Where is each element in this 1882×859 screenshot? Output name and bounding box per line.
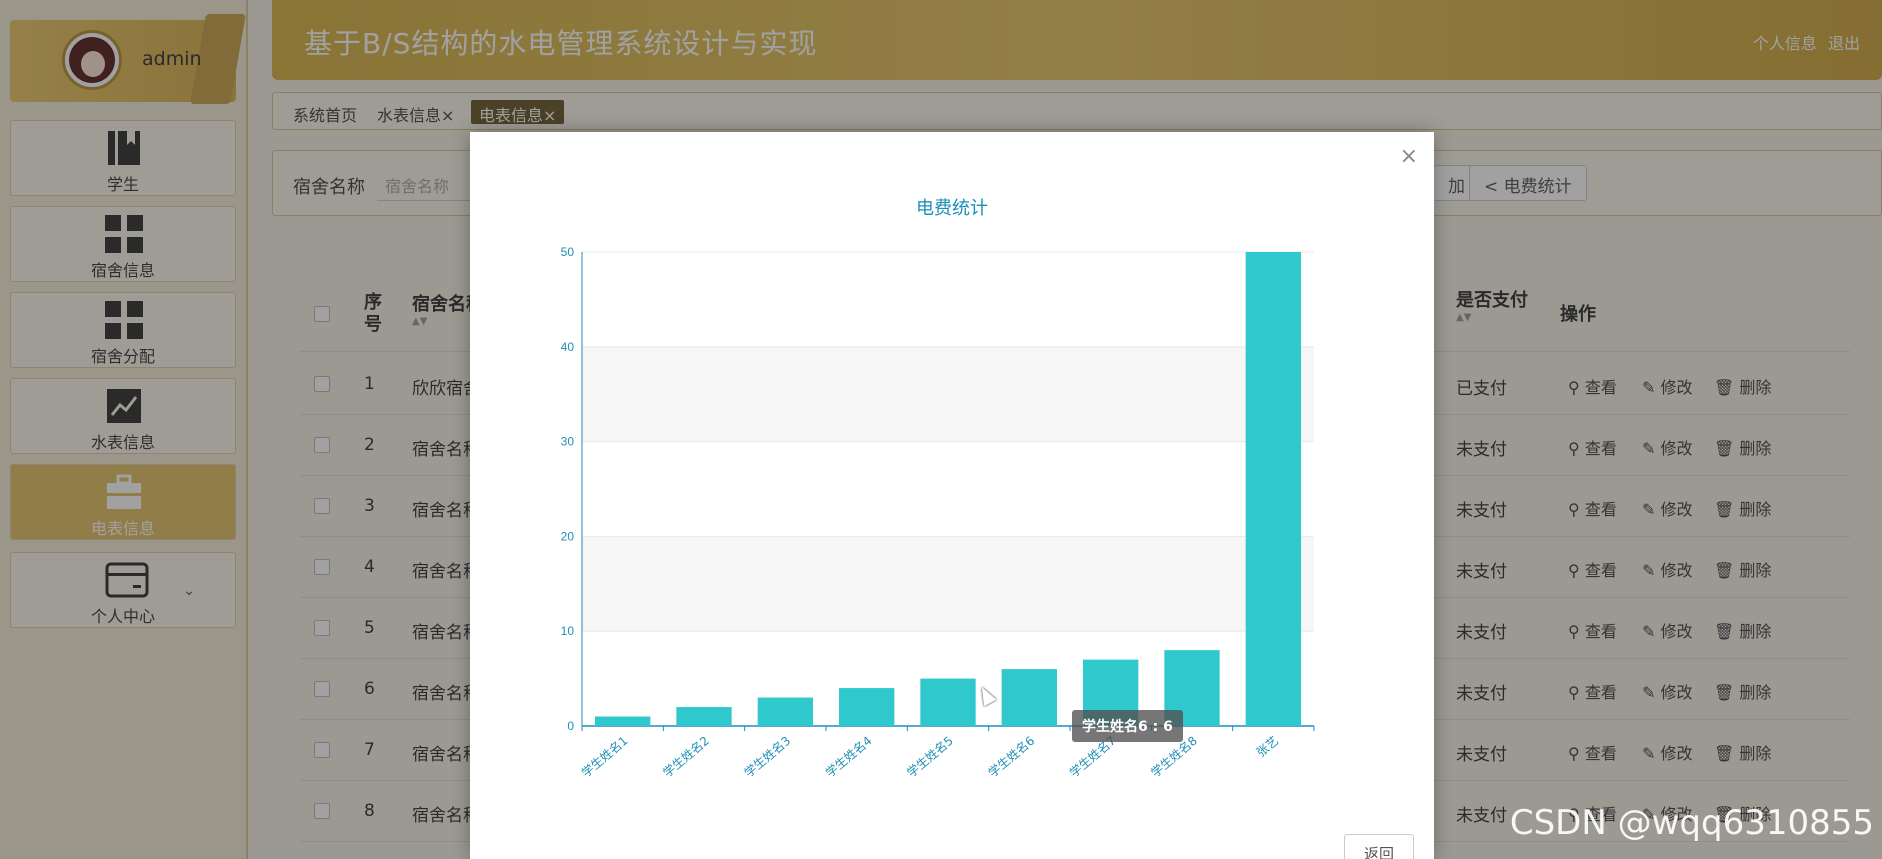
y-tick-label: 50 [561, 245, 575, 259]
watermark: CSDN @wqq6310855 [1509, 803, 1874, 843]
stats-modal: × 电费统计 0 10 20 30 40 50 学生姓名1 学生姓名2 学生姓名3 学生姓名4 学生… [470, 132, 1434, 859]
x-tick-label: 学生姓名3 [741, 733, 793, 780]
bar [920, 678, 976, 726]
y-tick-label: 30 [561, 435, 575, 449]
bar [1001, 669, 1057, 726]
bar [839, 688, 895, 726]
return-button[interactable]: 返回 [1344, 834, 1414, 859]
bar [595, 716, 651, 726]
chart-tooltip: 学生姓名6 : 6 [1072, 710, 1183, 742]
x-tick-label: 学生姓名4 [822, 733, 874, 780]
grid-band [582, 536, 1314, 632]
x-tick-label: 学生姓名1 [578, 733, 630, 780]
y-tick-label: 20 [561, 529, 575, 543]
grid-band [582, 346, 1314, 442]
bar [757, 697, 813, 726]
bar [1245, 252, 1301, 726]
y-tick-label: 10 [561, 624, 575, 638]
x-tick-label: 学生姓名6 [985, 733, 1037, 780]
y-tick-label: 0 [567, 719, 574, 733]
bar [676, 707, 732, 726]
y-tick-label: 40 [561, 340, 575, 354]
bar-chart: 0 10 20 30 40 50 学生姓名1 学生姓名2 学生姓名3 学生姓名4 学生姓名5 学生姓名… [561, 245, 1315, 780]
x-tick-label: 学生姓名2 [660, 733, 712, 780]
x-tick-label: 学生姓名5 [904, 733, 956, 780]
x-tick-label: 张艺 [1254, 734, 1281, 760]
